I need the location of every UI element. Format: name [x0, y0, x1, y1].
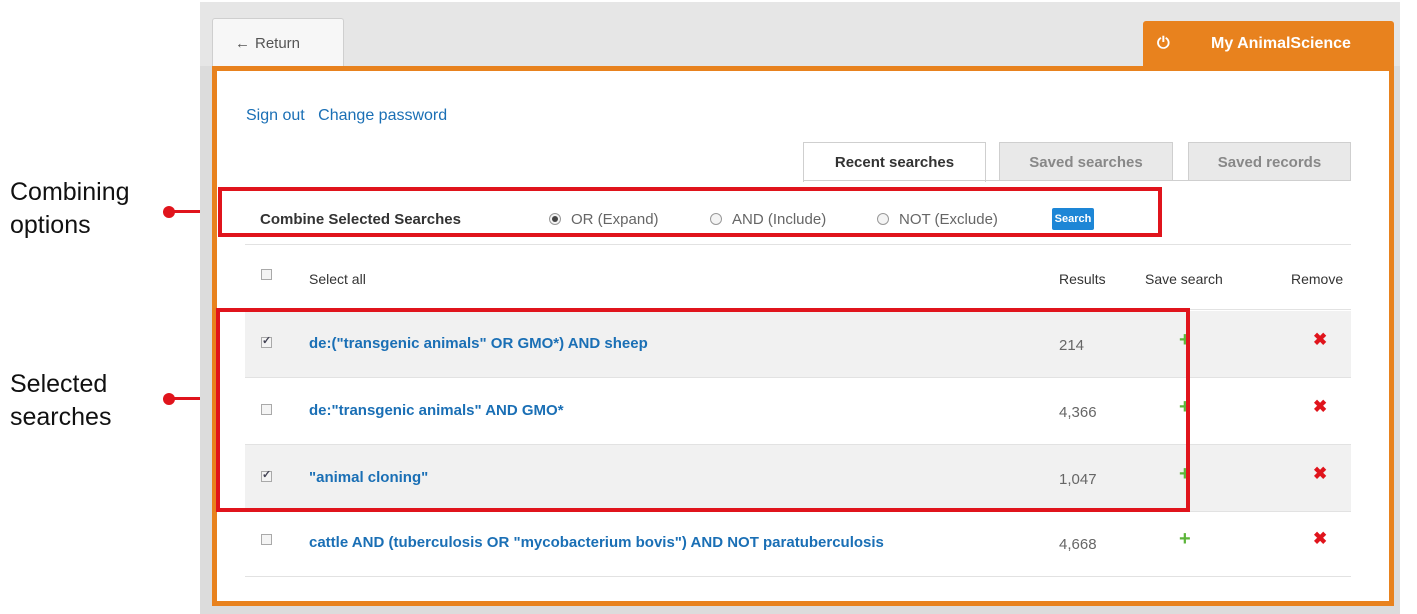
sign-out-link[interactable]: Sign out	[246, 107, 305, 124]
my-tab-label: My AnimalScience	[1211, 35, 1351, 52]
my-animalscience-tab[interactable]: ⏻ My AnimalScience	[1143, 21, 1394, 66]
account-links: Sign out Change password	[246, 107, 456, 125]
back-arrow-icon: ←	[235, 35, 250, 52]
table-header: Select all Results Save search Remove	[245, 261, 1351, 301]
remove-x-icon[interactable]: ✖	[1313, 529, 1327, 549]
tab-recent-searches[interactable]: Recent searches	[803, 142, 986, 182]
divider	[245, 244, 1351, 245]
save-search-header: Save search	[1145, 271, 1223, 287]
return-button[interactable]: ← Return	[212, 18, 344, 66]
results-header: Results	[1059, 271, 1106, 287]
table-row: cattle AND (tuberculosis OR "mycobacteri…	[245, 512, 1351, 578]
select-all-label: Select all	[309, 271, 366, 287]
annotation-text: options	[10, 211, 91, 239]
annotation-text: Selected	[10, 370, 108, 398]
result-count: 4,668	[1059, 536, 1097, 553]
tab-saved-searches[interactable]: Saved searches	[999, 142, 1173, 180]
account-icon: ⏻	[1157, 35, 1170, 52]
remove-x-icon[interactable]: ✖	[1313, 397, 1327, 417]
tab-divider	[803, 180, 1351, 181]
remove-x-icon[interactable]: ✖	[1313, 464, 1327, 484]
tab-saved-records[interactable]: Saved records	[1188, 142, 1351, 180]
selected-searches-highlight	[216, 308, 1190, 512]
select-all-checkbox[interactable]	[261, 269, 272, 280]
row-checkbox[interactable]	[261, 534, 272, 545]
divider	[245, 576, 1351, 577]
combining-options-highlight	[218, 187, 1162, 237]
annotation-text: Combining	[10, 178, 130, 206]
annotation-text: searches	[10, 403, 112, 431]
save-search-plus-icon[interactable]: +	[1179, 528, 1191, 551]
change-password-link[interactable]: Change password	[318, 107, 447, 124]
remove-x-icon[interactable]: ✖	[1313, 330, 1327, 350]
search-query-link[interactable]: cattle AND (tuberculosis OR "mycobacteri…	[309, 534, 884, 551]
return-label: Return	[255, 35, 301, 52]
remove-header: Remove	[1291, 271, 1344, 287]
